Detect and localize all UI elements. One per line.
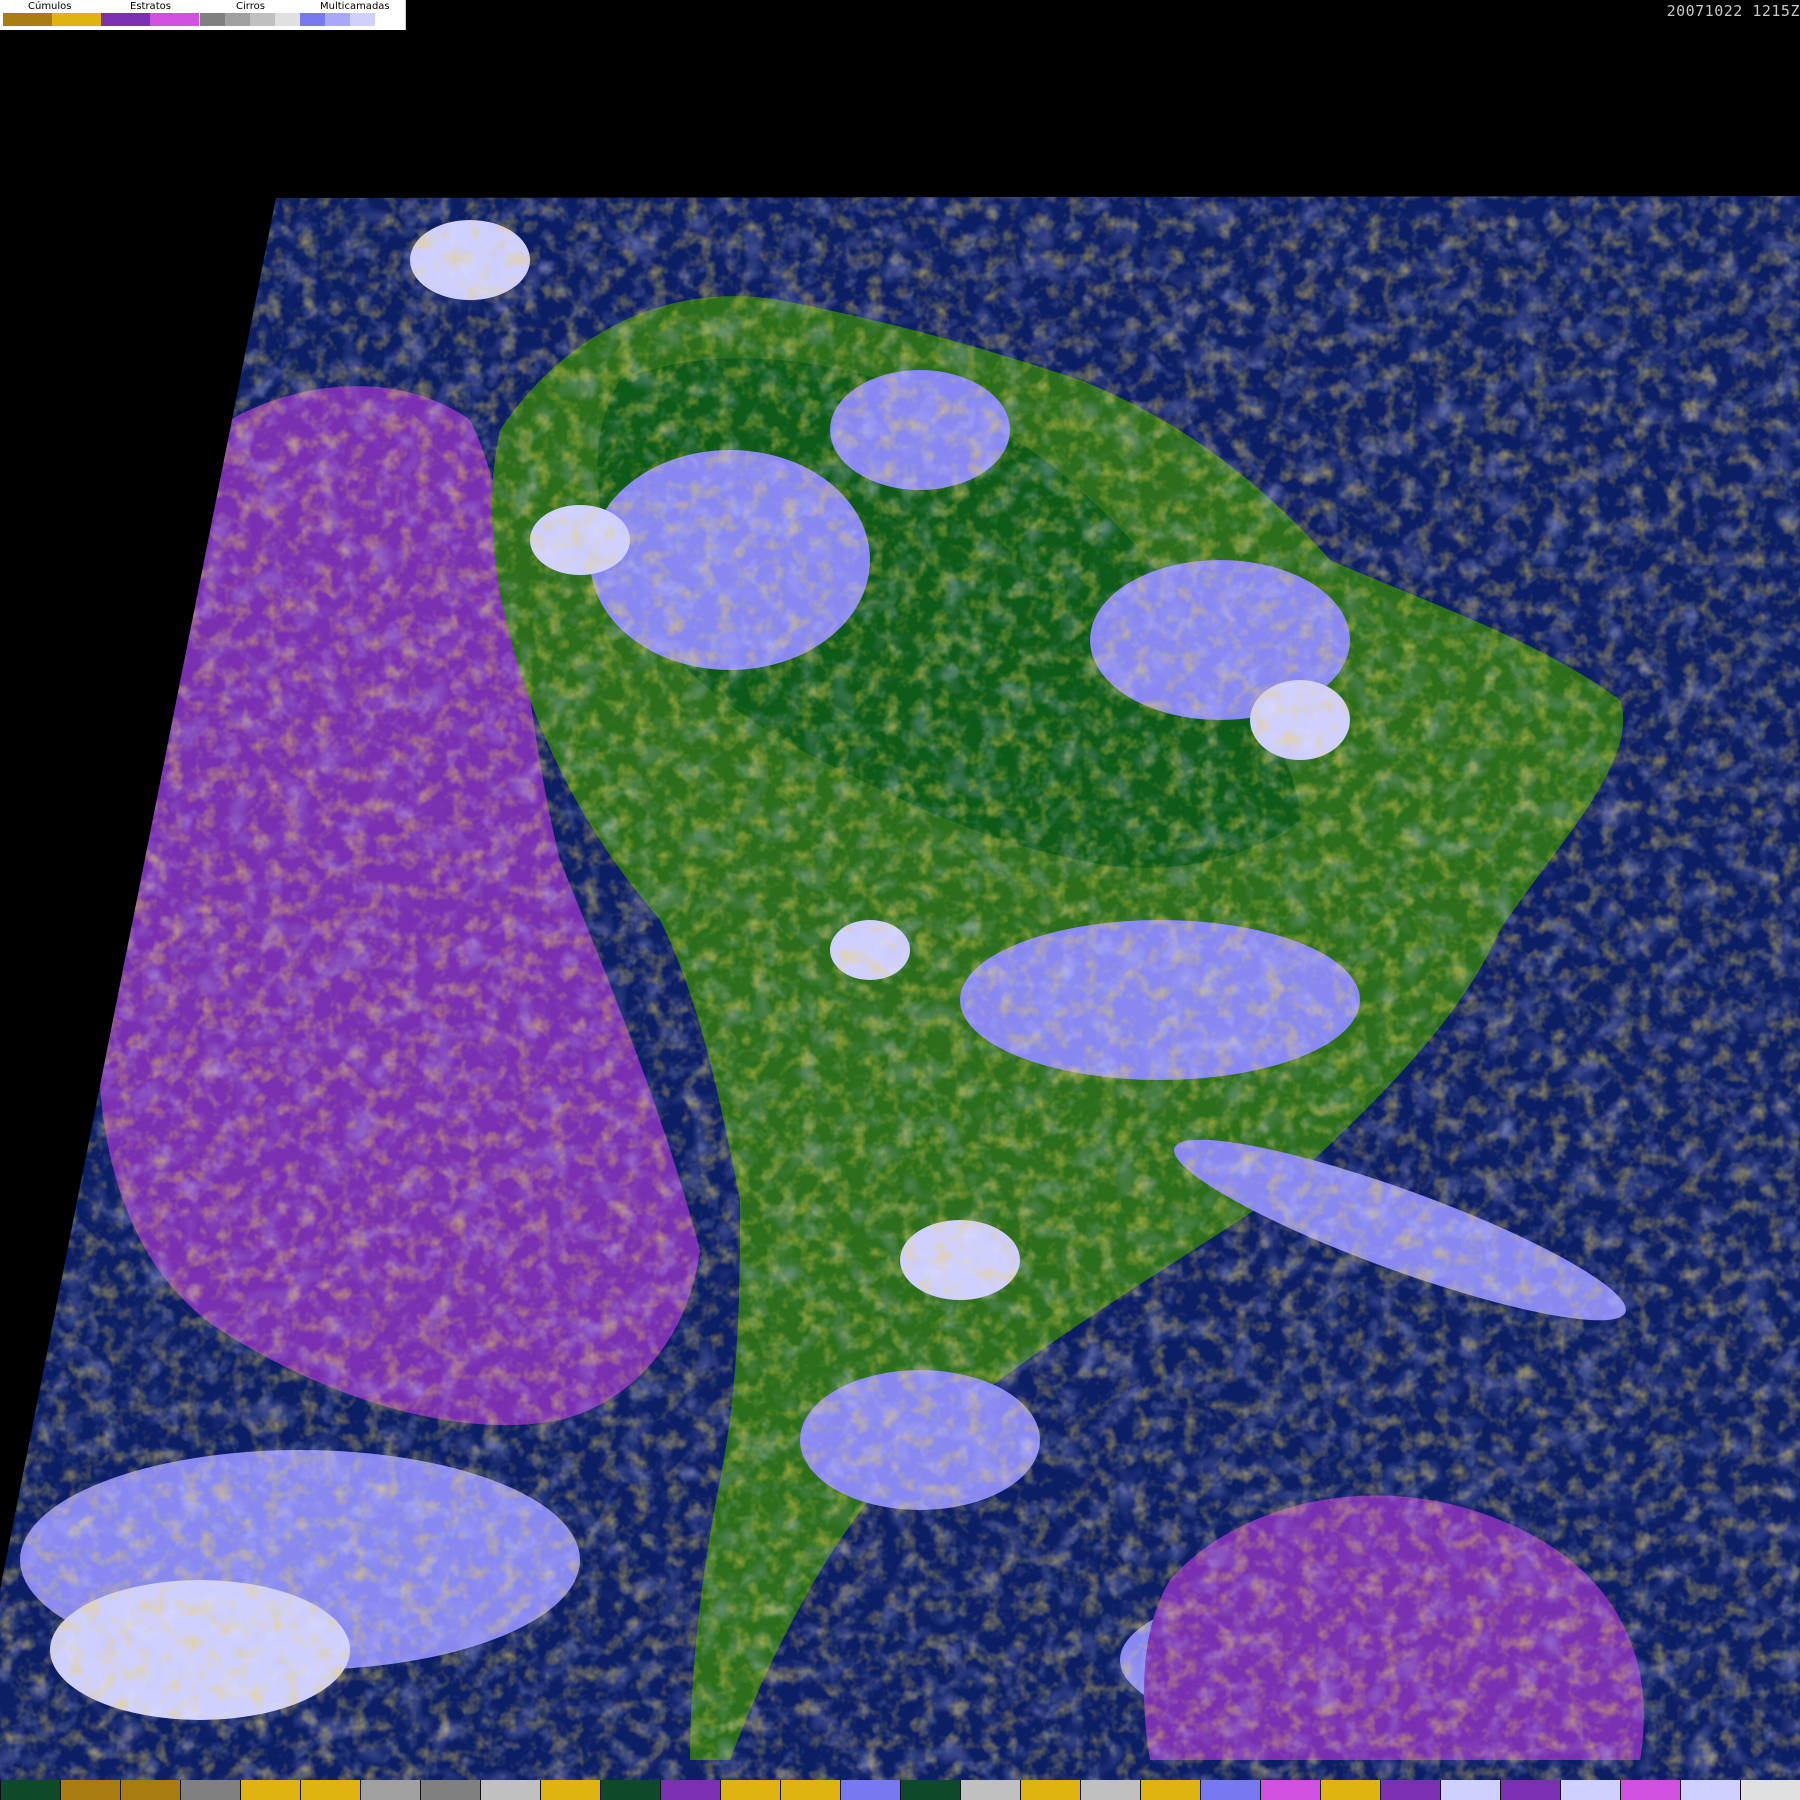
color-bar-cell xyxy=(840,1780,900,1800)
cumulus-texture xyxy=(0,196,1800,1780)
legend-label: Multicamadas xyxy=(320,1,390,12)
color-bar-cell xyxy=(720,1780,780,1800)
color-bar-cell xyxy=(1320,1780,1380,1800)
color-bar-cell xyxy=(120,1780,180,1800)
color-bar-cell xyxy=(1440,1780,1500,1800)
map-frame xyxy=(0,196,1800,1780)
legend-swatch xyxy=(225,13,250,26)
legend-label: Cúmulos xyxy=(28,1,72,12)
color-bar-cell xyxy=(240,1780,300,1800)
color-bar-cell xyxy=(1380,1780,1440,1800)
color-bar-cell xyxy=(1140,1780,1200,1800)
legend-label: Estratos xyxy=(130,1,171,12)
color-bar-cell xyxy=(600,1780,660,1800)
legend-swatch xyxy=(375,13,400,26)
legend-swatch xyxy=(52,13,101,26)
color-bar-cell xyxy=(420,1780,480,1800)
color-bar-cell xyxy=(1740,1780,1800,1800)
color-bar-cell xyxy=(1560,1780,1620,1800)
color-bar-cell xyxy=(180,1780,240,1800)
color-bar-cell xyxy=(960,1780,1020,1800)
color-bar-cell xyxy=(1680,1780,1740,1800)
color-bar-cell xyxy=(1260,1780,1320,1800)
legend-swatch xyxy=(101,13,150,26)
color-bar-cell xyxy=(300,1780,360,1800)
legend-swatch xyxy=(200,13,225,26)
color-bar-cell xyxy=(0,1780,60,1800)
color-bar-cell xyxy=(360,1780,420,1800)
legend-swatch xyxy=(3,13,52,26)
color-bar-cell xyxy=(1620,1780,1680,1800)
color-bar-cell xyxy=(1500,1780,1560,1800)
legend-swatch xyxy=(150,13,199,26)
color-bar-cell xyxy=(60,1780,120,1800)
color-bar-cell xyxy=(1200,1780,1260,1800)
legend-swatch xyxy=(275,13,300,26)
legend-label: Cirros xyxy=(236,1,265,12)
color-bar-cell xyxy=(780,1780,840,1800)
color-bar-cell xyxy=(660,1780,720,1800)
cloud-type-legend: Cúmulos Estratos Cirros Multicamadas xyxy=(0,0,406,30)
color-bar-cell xyxy=(480,1780,540,1800)
timestamp: 20071022 1215Z xyxy=(1666,2,1800,20)
legend-swatch xyxy=(250,13,275,26)
bottom-color-bar xyxy=(0,1780,1800,1800)
color-bar-cell xyxy=(900,1780,960,1800)
legend-swatch xyxy=(350,13,375,26)
color-bar-cell xyxy=(540,1780,600,1800)
satellite-cloud-classification-map xyxy=(0,0,1800,1780)
color-bar-cell xyxy=(1080,1780,1140,1800)
legend-swatch xyxy=(300,13,325,26)
color-bar-cell xyxy=(1020,1780,1080,1800)
legend-swatch xyxy=(325,13,350,26)
